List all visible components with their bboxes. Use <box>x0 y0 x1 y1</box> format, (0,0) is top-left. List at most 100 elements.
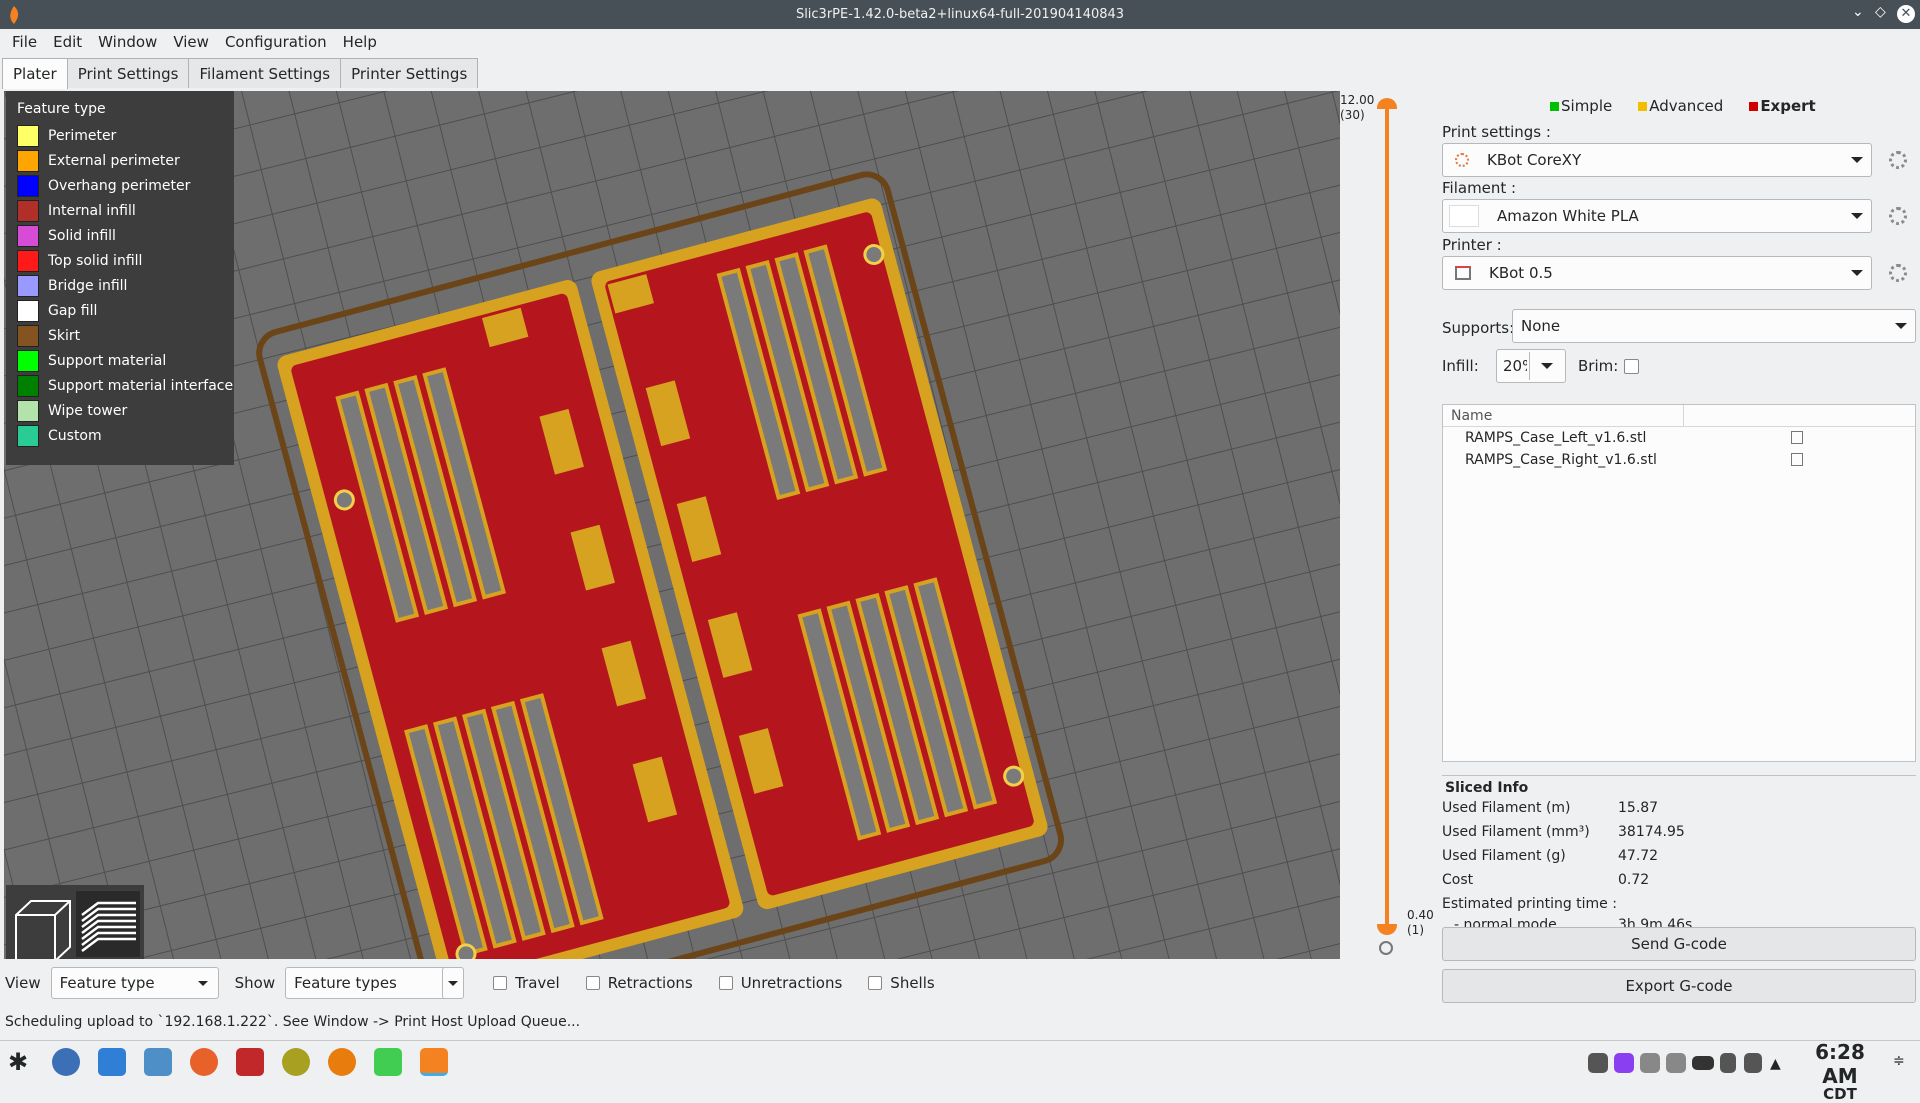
export-gcode-button[interactable]: Export G-code <box>1442 969 1916 1003</box>
slider-settings-icon[interactable] <box>1379 941 1393 955</box>
sliced-info-value: 0.72 <box>1618 872 1650 888</box>
tab-filament-settings[interactable]: Filament Settings <box>188 58 342 88</box>
mode-expert[interactable]: Expert <box>1749 97 1816 115</box>
tab-plater[interactable]: Plater <box>2 58 68 89</box>
slider-upper-thumb[interactable] <box>1377 98 1397 109</box>
blender-icon[interactable] <box>328 1048 356 1076</box>
printer-value: KBot 0.5 <box>1489 264 1553 282</box>
system-monitor-icon[interactable] <box>144 1048 172 1076</box>
openscad-icon[interactable] <box>282 1048 310 1076</box>
legend-item: Custom <box>17 423 234 448</box>
mode-advanced[interactable]: Advanced <box>1638 97 1723 115</box>
file-manager-icon[interactable] <box>98 1048 126 1076</box>
retractions-checkbox[interactable]: Retractions <box>585 974 693 992</box>
legend-item-label: Bridge infill <box>48 277 128 294</box>
simple-mode-icon <box>1550 102 1559 111</box>
close-icon[interactable]: ✕ <box>1897 5 1915 23</box>
legend-item: Top solid infill <box>17 248 234 273</box>
sliced-info-key: Used Filament (m) <box>1442 800 1571 816</box>
slider-track[interactable] <box>1385 99 1389 929</box>
slider-bottom-value: 0.40 <box>1407 908 1434 922</box>
show-desktop-icon[interactable]: ≑ <box>1893 1053 1913 1073</box>
filament-combo[interactable]: Amazon White PLA <box>1442 199 1872 233</box>
mode-simple[interactable]: Simple <box>1550 97 1612 115</box>
filament-gear-icon[interactable] <box>1889 207 1907 225</box>
tab-printer-settings[interactable]: Printer Settings <box>340 58 479 88</box>
sliced-info: Sliced Info Used Filament (m) 15.87 Used F… <box>1442 775 1916 933</box>
slider-top-value: 12.00 <box>1340 93 1375 107</box>
legend-item-label: External perimeter <box>48 152 180 169</box>
menu-view[interactable]: View <box>165 33 217 51</box>
right-panel: Simple Advanced Expert Print settings : … <box>1432 91 1920 1011</box>
clock[interactable]: 6:28 AM CDT <box>1797 1040 1883 1103</box>
menu-configuration[interactable]: Configuration <box>217 33 335 51</box>
printer-gear-icon[interactable] <box>1889 264 1907 282</box>
qt-creator-icon[interactable] <box>374 1048 402 1076</box>
battery-icon[interactable] <box>1692 1056 1714 1070</box>
legend-item-label: Internal infill <box>48 202 136 219</box>
brim-checkbox[interactable] <box>1624 359 1639 374</box>
maximize-icon[interactable]: ◇ <box>1875 4 1886 20</box>
object-list-header: Name <box>1443 405 1915 427</box>
network-icon[interactable] <box>1666 1053 1686 1073</box>
legend-color-swatch <box>17 349 39 372</box>
volume-icon[interactable] <box>1744 1053 1762 1073</box>
edit-object-icon[interactable] <box>1791 431 1803 444</box>
legend-item: Wipe tower <box>17 398 234 423</box>
view-toolbar <box>6 885 144 962</box>
legend-item-label: Support material <box>48 352 167 369</box>
edit-object-icon[interactable] <box>1791 453 1803 466</box>
supports-value: None <box>1521 317 1561 335</box>
supports-combo[interactable]: None <box>1512 309 1916 343</box>
app-tray-icon[interactable] <box>1614 1053 1634 1073</box>
layer-slider[interactable]: 12.00 (30) 0.40 (1) <box>1340 91 1434 959</box>
view-type-combo[interactable]: Feature type <box>50 967 219 999</box>
tray-expand-icon[interactable]: ▲ <box>1770 1056 1784 1072</box>
github-icon[interactable] <box>52 1048 80 1076</box>
menu-edit[interactable]: Edit <box>45 33 90 51</box>
print-settings-icon <box>1455 153 1469 167</box>
unretractions-checkbox[interactable]: Unretractions <box>718 974 842 992</box>
shells-checkbox[interactable]: Shells <box>868 974 935 992</box>
show-label: Show <box>234 974 276 992</box>
mode-switcher: Simple Advanced Expert <box>1550 97 1816 115</box>
legend-item: Bridge infill <box>17 273 234 298</box>
app-launcher-icon[interactable]: ✱ <box>8 1048 36 1076</box>
chevron-down-icon <box>448 981 459 986</box>
send-gcode-button[interactable]: Send G-code <box>1442 927 1916 961</box>
legend-item: Gap fill <box>17 298 234 323</box>
sliced-info-key: Cost <box>1442 872 1474 888</box>
feature-type-legend: Feature type Perimeter External perimeter… <box>6 91 234 465</box>
travel-checkbox[interactable]: Travel <box>493 974 560 992</box>
print-settings-gear-icon[interactable] <box>1889 151 1907 169</box>
view-label: View <box>5 974 41 992</box>
slider-top-layer: (30) <box>1340 108 1365 122</box>
title-bar: Slic3rPE-1.42.0-beta2+linux64-full-20190… <box>0 0 1920 29</box>
freecad-icon[interactable] <box>236 1048 264 1076</box>
3d-view-icon[interactable] <box>15 900 71 962</box>
legend-color-swatch <box>17 424 39 447</box>
menu-window[interactable]: Window <box>90 33 165 51</box>
clipboard-icon[interactable] <box>1720 1053 1736 1073</box>
keyboard-icon[interactable] <box>1588 1053 1608 1073</box>
chevron-down-icon <box>1851 213 1863 219</box>
show-combo[interactable]: Feature types <box>285 967 465 999</box>
minimize-icon[interactable]: ⌄ <box>1852 4 1864 20</box>
object-item[interactable]: RAMPS_Case_Left_v1.6.stl <box>1443 427 1915 449</box>
menu-help[interactable]: Help <box>335 33 385 51</box>
firefox-icon[interactable] <box>190 1048 218 1076</box>
slider-lower-thumb[interactable] <box>1377 924 1397 935</box>
object-item[interactable]: RAMPS_Case_Right_v1.6.stl <box>1443 449 1915 471</box>
print-settings-combo[interactable]: KBot CoreXY <box>1442 143 1872 177</box>
menu-file[interactable]: File <box>4 33 45 51</box>
legend-item: Support material interface <box>17 373 234 398</box>
infill-combo[interactable]: 20% <box>1496 349 1566 383</box>
wifi-icon[interactable] <box>1640 1053 1660 1073</box>
tab-print-settings[interactable]: Print Settings <box>66 58 190 88</box>
slic3r-taskbar-icon[interactable] <box>420 1048 448 1076</box>
infill-value[interactable]: 20% <box>1503 357 1527 375</box>
printer-combo[interactable]: KBot 0.5 <box>1442 256 1872 290</box>
preview-layers-icon[interactable] <box>76 891 140 957</box>
legend-color-swatch <box>17 324 39 347</box>
legend-item: Skirt <box>17 323 234 348</box>
